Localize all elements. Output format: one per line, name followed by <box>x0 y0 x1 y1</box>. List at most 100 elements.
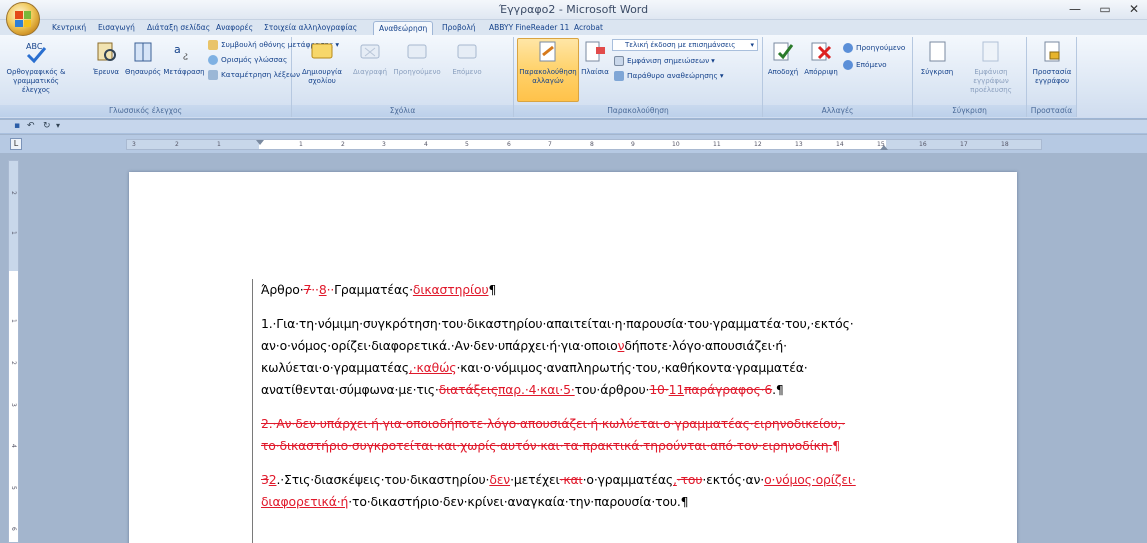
deleted-text: 10· <box>649 382 669 397</box>
office-button[interactable] <box>6 2 40 36</box>
track-changes-icon <box>535 39 561 65</box>
paragraph-2-deleted[interactable]: 2.·Αν·δεν·υπάρχει·ή·για·οποιοδήποτε·λόγο… <box>261 413 991 457</box>
close-button[interactable]: ✕ <box>1121 1 1147 17</box>
title-bar: Έγγραφο2 - Microsoft Word — ▭ ✕ <box>0 0 1147 20</box>
tab-references[interactable]: Αναφορές <box>211 21 258 35</box>
group-protect: Προστασία εγγράφου Προστασία <box>1027 37 1077 117</box>
research-button[interactable]: Έρευνα <box>88 39 124 77</box>
ruler-tick: 14 <box>836 141 844 148</box>
previous-arrow-icon <box>843 42 853 53</box>
next-arrow-icon <box>843 59 853 70</box>
window-title: Έγγραφο2 - Microsoft Word <box>498 3 649 16</box>
tab-view[interactable]: Προβολή <box>437 21 481 35</box>
inserted-text: ο·νόμος·ορίζει· <box>764 472 856 487</box>
tab-page-layout[interactable]: Διάταξη σελίδας <box>142 21 215 35</box>
paragraph-3[interactable]: 32.·Στις·διασκέψεις·του·δικαστηρίου·δεν·… <box>261 469 991 513</box>
new-comment-icon <box>309 39 335 65</box>
dropdown-arrow-icon: ▾ <box>750 41 754 49</box>
document-body[interactable]: Άρθρο·7··8··Γραμματέας·δικαστηρίου¶ 1.·Γ… <box>261 279 991 513</box>
svg-text:a: a <box>174 43 181 56</box>
ruler-tick: 8 <box>590 141 594 148</box>
previous-comment-button[interactable]: Προηγούμενο <box>390 39 444 77</box>
inserted-text: παρ.·4·και·5· <box>497 382 575 397</box>
reject-button[interactable]: Απόρριψη <box>801 39 841 77</box>
horizontal-ruler[interactable]: 3 2 1 1 2 3 4 5 6 7 8 9 10 11 12 13 14 1… <box>126 139 1042 150</box>
ruler-tick: 6 <box>507 141 511 148</box>
svg-text:ઢ: ઢ <box>183 52 188 63</box>
group-proofing: ABC Ορθογραφικός & γραμματικός έλεγχος Έ… <box>0 37 339 117</box>
inserted-text: 11 <box>668 382 685 397</box>
minimize-button[interactable]: — <box>1062 1 1088 17</box>
ruler-tick: 3 <box>382 141 386 148</box>
tab-insert[interactable]: Εισαγωγή <box>93 21 140 35</box>
accept-button[interactable]: Αποδοχή <box>765 39 801 77</box>
tab-selector-button[interactable]: L <box>10 138 22 150</box>
inserted-text: διαφορετικά·ή <box>261 494 349 509</box>
reviewing-pane-button[interactable]: Παράθυρο αναθεώρησης ▾ <box>614 70 724 81</box>
reviewing-pane-icon <box>614 70 624 81</box>
customize-qat-icon[interactable]: ▾ <box>56 121 60 130</box>
deleted-text: διατάξεις <box>438 382 498 397</box>
ruler-tick: 3 <box>132 141 136 148</box>
compare-button[interactable]: Σύγκριση <box>915 39 959 77</box>
ruler-tick: 7 <box>548 141 552 148</box>
change-bar <box>252 279 253 543</box>
set-language-button[interactable]: Ορισμός γλώσσας <box>208 54 287 65</box>
ruler-tick: 1 <box>10 231 17 235</box>
ruler-tick: 11 <box>713 141 721 148</box>
office-logo-icon <box>15 11 31 27</box>
ruler-tick: 1 <box>217 141 221 148</box>
inserted-text: δικαστηρίου <box>412 282 489 297</box>
vertical-ruler[interactable]: 2 1 1 2 3 4 5 6 <box>8 160 19 543</box>
ruler-tick: 2 <box>10 191 17 195</box>
display-for-review-dropdown[interactable]: Τελική έκδοση με επισημάνσεις ▾ <box>612 39 758 51</box>
research-icon <box>93 39 119 65</box>
article-heading[interactable]: Άρθρο·7··8··Γραμματέας·δικαστηρίου¶ <box>261 279 991 301</box>
ruler-tick: 2 <box>10 361 17 365</box>
ruler-tick: 2 <box>175 141 179 148</box>
left-indent-marker[interactable] <box>256 140 264 145</box>
group-title-changes: Αλλαγές <box>763 105 912 117</box>
ruler-tick: 3 <box>10 403 17 407</box>
group-tracking: Παρακολούθηση αλλαγών Πλαίσια Τελική έκδ… <box>514 37 763 117</box>
ruler-tick: 16 <box>919 141 927 148</box>
track-changes-button[interactable]: Παρακολούθηση αλλαγών <box>517 39 579 86</box>
group-title-protect: Προστασία <box>1027 105 1076 117</box>
tab-home[interactable]: Κεντρική <box>47 21 91 35</box>
new-comment-button[interactable]: Δημιουργία σχολίου <box>294 39 350 86</box>
show-markup-button[interactable]: Εμφάνιση σημειώσεων ▾ <box>614 55 715 66</box>
protect-document-button[interactable]: Προστασία εγγράφου <box>1029 39 1075 86</box>
word-count-icon <box>208 69 218 80</box>
word-count-button[interactable]: Καταμέτρηση λέξεων <box>208 69 300 80</box>
previous-comment-icon <box>404 39 430 65</box>
tab-abbyy[interactable]: ABBYY FineReader 11 <box>484 21 574 35</box>
ruler-tick: 9 <box>631 141 635 148</box>
previous-change-button[interactable]: Προηγούμενο <box>843 42 905 53</box>
balloons-button[interactable]: Πλαίσια <box>580 39 610 77</box>
tab-acrobat[interactable]: Acrobat <box>569 21 608 35</box>
next-comment-button[interactable]: Επόμενο <box>442 39 492 77</box>
redo-icon[interactable]: ↻ <box>43 121 51 131</box>
next-change-button[interactable]: Επόμενο <box>843 59 887 70</box>
show-source-documents-button[interactable]: Εμφάνιση εγγράφων προέλευσης <box>957 39 1025 95</box>
save-icon[interactable]: ▪ <box>14 121 20 131</box>
translate-button[interactable]: aઢ Μετάφραση <box>162 39 206 77</box>
restore-button[interactable]: ▭ <box>1092 1 1118 17</box>
inserted-text: 8 <box>318 282 327 297</box>
show-source-icon <box>978 39 1004 65</box>
translate-icon: aઢ <box>171 39 197 65</box>
ruler-tick: 15 <box>877 141 885 148</box>
ruler-tick: 2 <box>341 141 345 148</box>
thesaurus-button[interactable]: Θησαυρός <box>122 39 164 77</box>
spelling-button[interactable]: ABC Ορθογραφικός & γραμματικός έλεγχος <box>4 39 68 95</box>
thesaurus-icon <box>130 39 156 65</box>
horizontal-ruler-bar: L 3 2 1 1 2 3 4 5 6 7 8 9 10 11 12 13 14… <box>0 135 1147 153</box>
tab-mailings[interactable]: Στοιχεία αλληλογραφίας <box>259 21 362 35</box>
tab-review[interactable]: Αναθεώρηση <box>373 21 434 35</box>
ruler-tick: 18 <box>1001 141 1009 148</box>
delete-comment-button[interactable]: Διαγραφή <box>350 39 390 77</box>
paragraph-1[interactable]: 1.·Για·τη·νόμιμη·συγκρότηση·του·δικαστηρ… <box>261 313 991 401</box>
group-title-comments: Σχόλια <box>292 105 513 117</box>
ruler-tick: 12 <box>754 141 762 148</box>
undo-icon[interactable]: ↶ <box>27 121 35 131</box>
